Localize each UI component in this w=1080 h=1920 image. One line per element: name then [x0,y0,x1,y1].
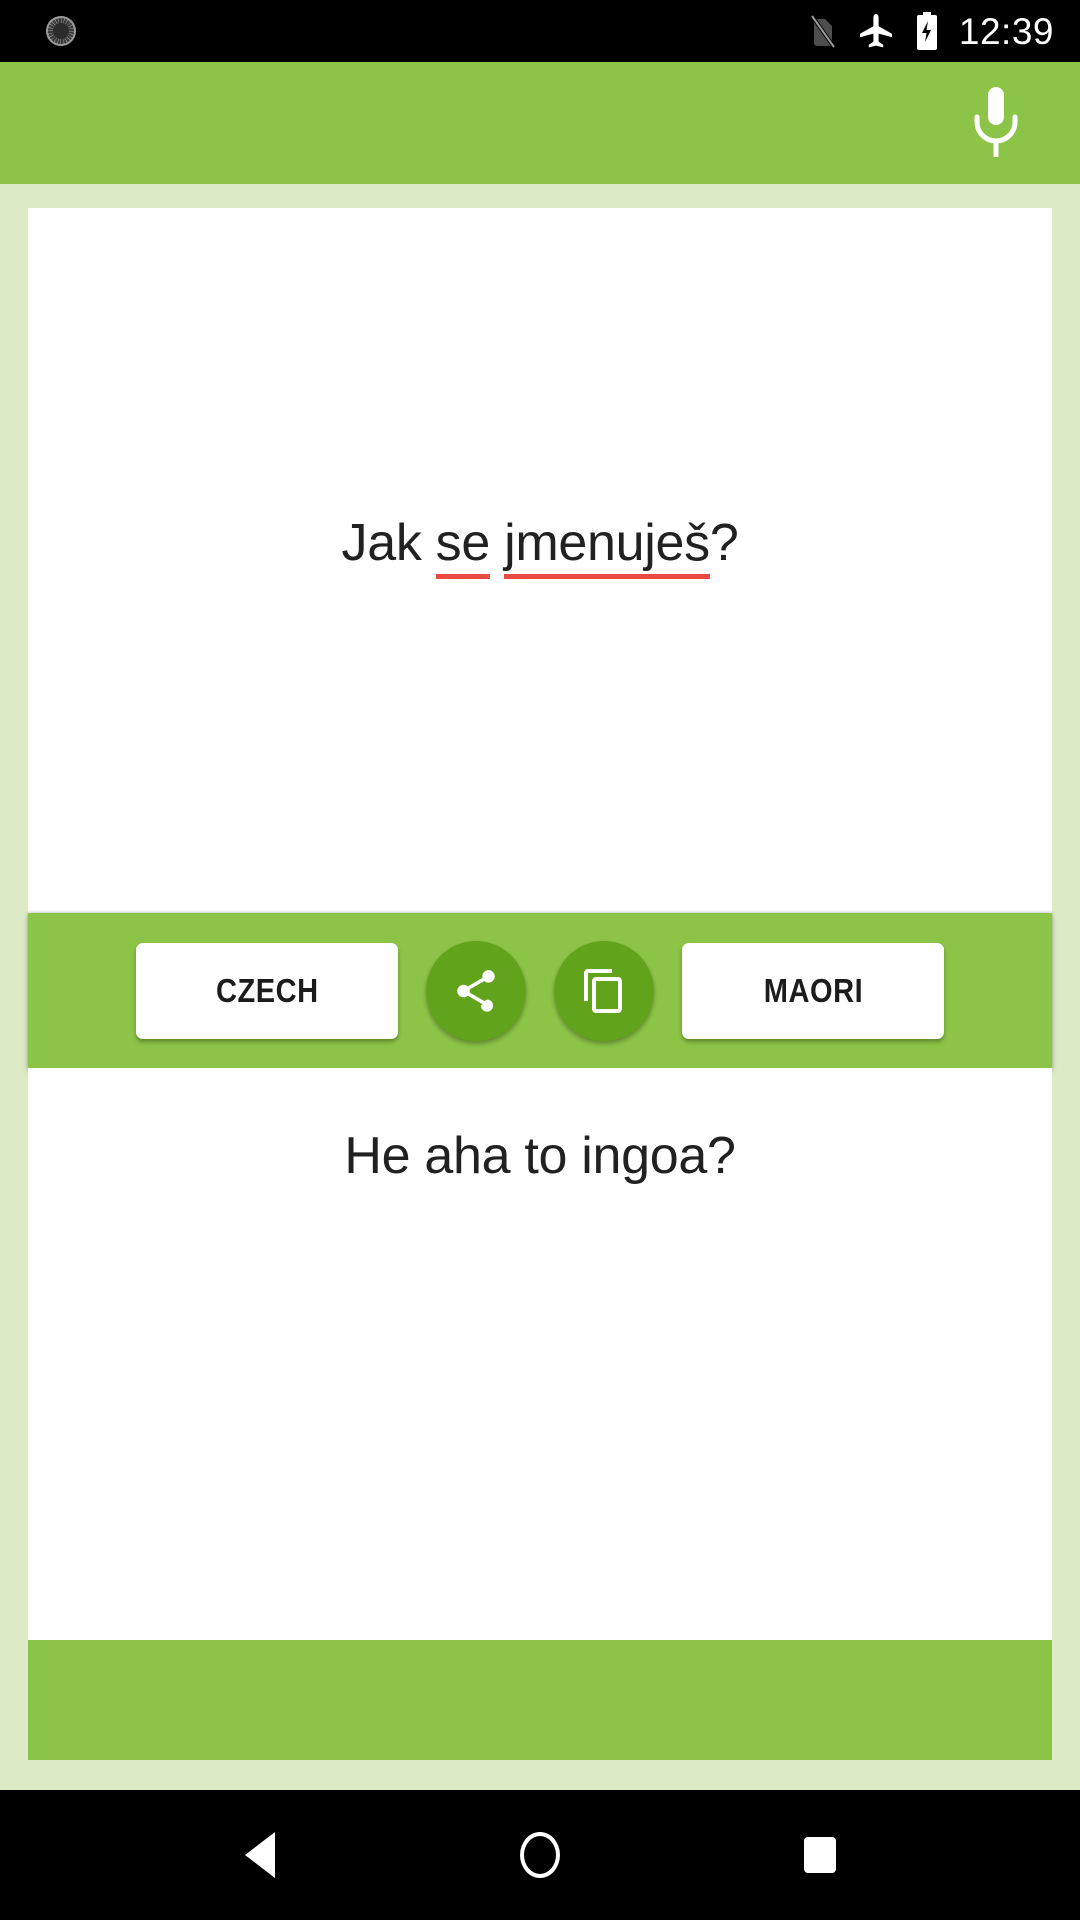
home-circle-icon [520,1832,560,1878]
translation-card[interactable]: He aha to ingoa? [28,1068,1052,1640]
copy-button[interactable] [554,940,654,1041]
nav-recents-button[interactable] [765,1800,875,1910]
status-bar-clock: 12:39 [958,10,1054,52]
no-sim-icon [810,14,836,49]
source-text-part-0: Jak [341,514,436,572]
footer-bar [28,1640,1052,1760]
source-text-part-2 [490,514,504,572]
source-text-card[interactable]: Jak se jmenuješ? [28,208,1052,913]
target-language-label: MAORI [763,971,863,1009]
status-bar: 12:39 [0,0,1080,62]
status-bar-right-icons: 12:39 [807,12,1054,50]
source-text: Jak se jmenuješ? [341,513,739,579]
alarm-clock-icon [46,16,76,46]
android-navigation-bar [0,1790,1080,1920]
source-language-button[interactable]: CZECH [136,942,398,1039]
microphone-icon [974,87,1018,157]
translation-text: He aha to ingoa? [344,1127,736,1185]
language-toolbar: CZECH MAORI [28,913,1052,1068]
source-text-part-4: ? [709,514,739,572]
microphone-button[interactable] [956,83,1036,163]
target-language-button[interactable]: MAORI [682,942,944,1039]
share-button[interactable] [426,940,526,1041]
nav-home-button[interactable] [485,1800,595,1910]
copy-icon [584,968,622,1013]
recents-square-icon [804,1837,836,1873]
source-text-part-3: jmenuješ [504,514,710,579]
source-language-label: CZECH [215,971,319,1009]
back-triangle-icon [245,1832,275,1878]
airplane-mode-icon [859,14,892,48]
app-screen: 12:39 Jak se jmenuješ? CZECH MAORI He ah… [0,0,1080,1920]
status-bar-left-icons [46,16,76,46]
share-icon [457,969,495,1012]
source-text-part-1: se [435,514,490,579]
app-bar [0,62,1080,184]
battery-charging-icon [916,12,937,50]
nav-back-button[interactable] [205,1800,315,1910]
